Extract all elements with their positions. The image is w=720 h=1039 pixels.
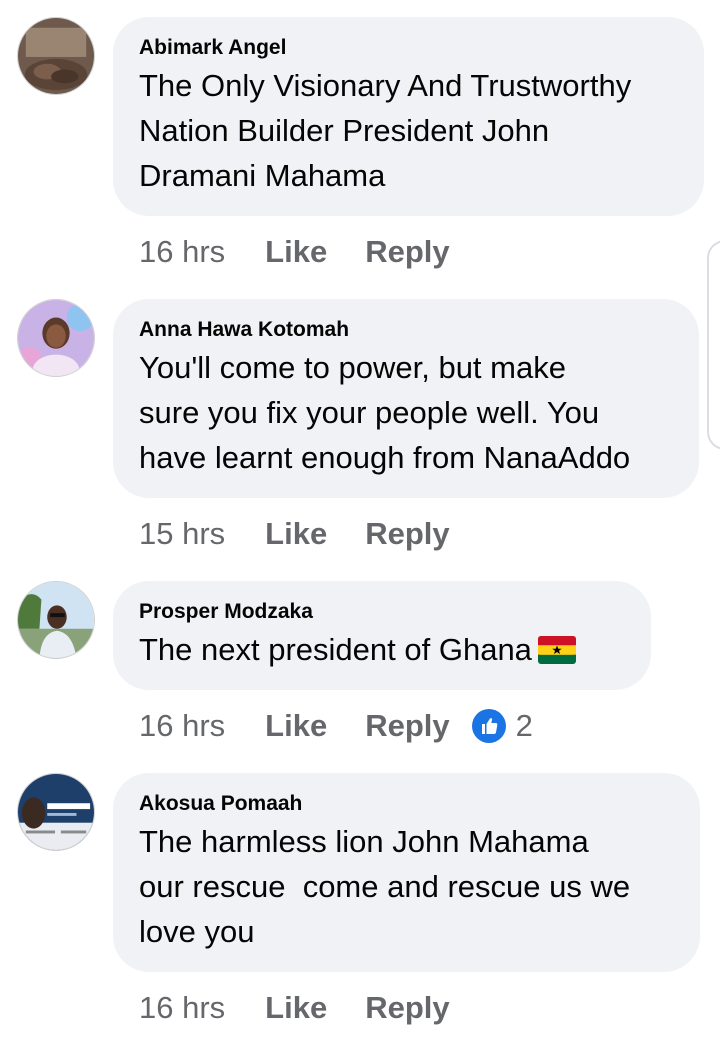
avatar-image <box>18 300 94 376</box>
comment-timestamp[interactable]: 15 hrs <box>139 516 225 552</box>
comment-text-line: The Only Visionary And Trustworthy <box>139 68 632 103</box>
reply-button[interactable]: Reply <box>365 708 449 744</box>
comment-author[interactable]: Akosua Pomaah <box>139 791 676 817</box>
like-button[interactable]: Like <box>265 708 327 744</box>
comment-text-line: Nation Builder President John <box>139 113 550 148</box>
comment-actions: 16 hrs Like Reply <box>139 232 450 272</box>
offscreen-panel-edge <box>707 240 720 450</box>
avatar[interactable] <box>17 299 95 377</box>
reaction-count: 2 <box>515 708 533 743</box>
comment-timestamp[interactable]: 16 hrs <box>139 708 225 744</box>
comment-text-line: love you <box>139 914 255 949</box>
avatar[interactable] <box>17 773 95 851</box>
comment-text-line: The next president of Ghana <box>139 627 627 672</box>
comment-author[interactable]: Prosper Modzaka <box>139 599 627 625</box>
comment-timestamp[interactable]: 16 hrs <box>139 234 225 270</box>
comment-bubble: Anna Hawa Kotomah You'll come to power, … <box>113 299 699 498</box>
comment-text-line: You'll come to power, but make <box>139 350 566 385</box>
comment-bubble: Abimark Angel The Only Visionary And Tru… <box>113 17 704 216</box>
comment-text-line: our rescue come and rescue us we <box>139 869 631 904</box>
ghana-flag-emoji <box>537 636 576 664</box>
avatar-image <box>18 774 94 850</box>
comment-text-line: Dramani Mahama <box>139 158 386 193</box>
comment-actions: 16 hrs Like Reply <box>139 988 450 1028</box>
avatar-image <box>18 582 94 658</box>
comment-text: The next president of Ghana <box>139 632 532 667</box>
reply-button[interactable]: Reply <box>365 234 449 270</box>
reaction-summary[interactable]: 2 <box>471 708 533 744</box>
like-button[interactable]: Like <box>265 516 327 552</box>
comment-actions: 15 hrs Like Reply <box>139 514 450 554</box>
reply-button[interactable]: Reply <box>365 990 449 1026</box>
comment-text-line: have learnt enough from NanaAddo <box>139 440 631 475</box>
avatar-image <box>18 18 94 94</box>
comment-author[interactable]: Anna Hawa Kotomah <box>139 317 675 343</box>
reply-button[interactable]: Reply <box>365 516 449 552</box>
comment-text-line: The harmless lion John Mahama <box>139 824 589 859</box>
comment-timestamp[interactable]: 16 hrs <box>139 990 225 1026</box>
comment-bubble: Akosua Pomaah The harmless lion John Mah… <box>113 773 700 972</box>
comment-author[interactable]: Abimark Angel <box>139 35 680 61</box>
comment-text-line: sure you fix your people well. You <box>139 395 600 430</box>
avatar[interactable] <box>17 17 95 95</box>
thumbs-up-icon <box>471 709 506 743</box>
like-button[interactable]: Like <box>265 234 327 270</box>
avatar[interactable] <box>17 581 95 659</box>
comment-bubble: Prosper Modzaka The next president of Gh… <box>113 581 651 690</box>
like-button[interactable]: Like <box>265 990 327 1026</box>
comment-actions: 16 hrs Like Reply 2 <box>139 706 533 746</box>
